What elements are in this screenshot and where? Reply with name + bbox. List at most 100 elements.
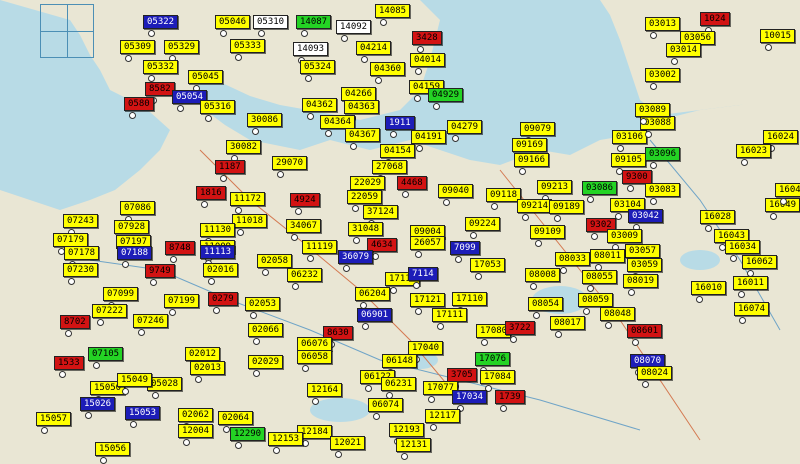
station-label-4924[interactable]: 4924 <box>290 193 320 207</box>
station-label-09166[interactable]: 09166 <box>514 153 550 167</box>
station-label-08055[interactable]: 08055 <box>582 270 618 284</box>
station-label-05322[interactable]: 05322 <box>143 15 179 29</box>
station-label-08033[interactable]: 08033 <box>555 252 591 266</box>
station-label-05333[interactable]: 05333 <box>230 39 266 53</box>
station-label-7114[interactable]: 7114 <box>408 267 438 281</box>
station-label-8748[interactable]: 8748 <box>165 241 195 255</box>
station-label-03083[interactable]: 03083 <box>645 183 681 197</box>
station-label-16044[interactable]: 16044 <box>775 183 800 197</box>
station-label-04367[interactable]: 04367 <box>345 128 381 142</box>
station-label-03002[interactable]: 03002 <box>645 68 681 82</box>
station-label-02013[interactable]: 02013 <box>190 361 226 375</box>
station-label-0580[interactable]: 0580 <box>124 97 154 111</box>
station-label-02029[interactable]: 02029 <box>248 355 284 369</box>
station-label-03057[interactable]: 03057 <box>625 244 661 258</box>
station-label-22029[interactable]: 22029 <box>350 176 386 190</box>
station-label-7099[interactable]: 7099 <box>450 241 480 255</box>
station-label-3705[interactable]: 3705 <box>447 368 477 382</box>
station-label-26057[interactable]: 26057 <box>410 236 446 250</box>
station-label-05324[interactable]: 05324 <box>300 60 336 74</box>
station-label-14093[interactable]: 14093 <box>293 42 329 56</box>
station-label-09213[interactable]: 09213 <box>537 180 573 194</box>
station-label-16062[interactable]: 16062 <box>742 255 778 269</box>
station-label-02066[interactable]: 02066 <box>248 323 284 337</box>
station-label-1187[interactable]: 1187 <box>215 160 245 174</box>
station-label-16024[interactable]: 16024 <box>763 130 799 144</box>
station-label-12153[interactable]: 12153 <box>268 432 304 446</box>
station-label-04362[interactable]: 04362 <box>302 98 338 112</box>
station-label-12164[interactable]: 12164 <box>307 383 343 397</box>
station-label-17053[interactable]: 17053 <box>470 258 506 272</box>
station-label-10015[interactable]: 10015 <box>760 29 796 43</box>
station-label-11172[interactable]: 11172 <box>230 192 266 206</box>
station-label-04266[interactable]: 04266 <box>341 87 377 101</box>
station-label-11119[interactable]: 11119 <box>302 240 338 254</box>
station-label-12004[interactable]: 12004 <box>178 424 214 438</box>
station-label-12290[interactable]: 12290 <box>230 427 266 441</box>
station-label-06074[interactable]: 06074 <box>368 398 404 412</box>
station-label-08054[interactable]: 08054 <box>528 297 564 311</box>
station-label-17111[interactable]: 17111 <box>432 308 468 322</box>
station-label-08019[interactable]: 08019 <box>623 274 659 288</box>
station-label-14085[interactable]: 14085 <box>375 4 411 18</box>
station-label-05046[interactable]: 05046 <box>215 15 251 29</box>
station-label-08011[interactable]: 08011 <box>590 249 626 263</box>
station-label-09040[interactable]: 09040 <box>438 184 474 198</box>
station-label-07199[interactable]: 07199 <box>164 294 200 308</box>
station-label-17034[interactable]: 17034 <box>452 390 488 404</box>
station-label-30086[interactable]: 30086 <box>247 113 283 127</box>
station-label-29070[interactable]: 29070 <box>272 156 308 170</box>
station-label-14087[interactable]: 14087 <box>296 15 332 29</box>
station-label-04363[interactable]: 04363 <box>344 100 380 114</box>
station-label-8582[interactable]: 8582 <box>145 82 175 96</box>
station-label-07105[interactable]: 07105 <box>88 347 124 361</box>
station-label-22059[interactable]: 22059 <box>347 190 383 204</box>
station-label-17121[interactable]: 17121 <box>410 293 446 307</box>
station-label-11018[interactable]: 11018 <box>232 214 268 228</box>
station-label-08024[interactable]: 08024 <box>637 366 673 380</box>
station-label-07086[interactable]: 07086 <box>120 201 156 215</box>
station-label-03042[interactable]: 03042 <box>628 209 664 223</box>
station-label-09079[interactable]: 09079 <box>520 122 556 136</box>
station-label-07230[interactable]: 07230 <box>63 263 99 277</box>
station-label-09118[interactable]: 09118 <box>486 188 522 202</box>
station-label-02062[interactable]: 02062 <box>178 408 214 422</box>
map-view[interactable]: 05322 05046 05310 14087 14092 14085 05309 05329… <box>0 0 800 464</box>
station-label-09224[interactable]: 09224 <box>465 217 501 231</box>
station-label-06231[interactable]: 06231 <box>381 377 417 391</box>
station-label-09169[interactable]: 09169 <box>512 138 548 152</box>
station-label-02016[interactable]: 02016 <box>203 263 239 277</box>
station-label-09189[interactable]: 09189 <box>549 200 585 214</box>
station-label-17076[interactable]: 17076 <box>475 352 511 366</box>
station-label-30082[interactable]: 30082 <box>226 140 262 154</box>
station-label-11130[interactable]: 11130 <box>200 223 236 237</box>
station-label-31048[interactable]: 31048 <box>348 222 384 236</box>
station-label-05329[interactable]: 05329 <box>164 40 200 54</box>
station-label-02053[interactable]: 02053 <box>245 297 281 311</box>
station-label-04279[interactable]: 04279 <box>447 120 483 134</box>
station-label-11113[interactable]: 11113 <box>200 245 236 259</box>
station-label-05310[interactable]: 05310 <box>253 15 289 29</box>
station-label-05332[interactable]: 05332 <box>143 60 179 74</box>
station-label-0279[interactable]: 0279 <box>208 292 238 306</box>
station-label-3428[interactable]: 3428 <box>412 31 442 45</box>
station-label-04014[interactable]: 04014 <box>410 53 446 67</box>
station-label-06076[interactable]: 06076 <box>297 337 333 351</box>
station-label-08059[interactable]: 08059 <box>578 293 614 307</box>
station-label-04214[interactable]: 04214 <box>356 41 392 55</box>
station-label-07099[interactable]: 07099 <box>103 287 139 301</box>
station-label-06232[interactable]: 06232 <box>287 268 323 282</box>
station-label-03009[interactable]: 03009 <box>607 229 643 243</box>
station-label-12131[interactable]: 12131 <box>396 438 432 452</box>
station-label-05309[interactable]: 05309 <box>120 40 156 54</box>
station-label-02064[interactable]: 02064 <box>218 411 254 425</box>
station-label-34067[interactable]: 34067 <box>286 219 322 233</box>
station-label-08008[interactable]: 08008 <box>525 268 561 282</box>
station-label-14092[interactable]: 14092 <box>336 20 372 34</box>
station-label-3722[interactable]: 3722 <box>505 321 535 335</box>
station-label-15049[interactable]: 15049 <box>117 373 153 387</box>
station-label-9749[interactable]: 9749 <box>145 264 175 278</box>
station-label-09214[interactable]: 09214 <box>517 199 553 213</box>
station-label-17084[interactable]: 17084 <box>480 370 516 384</box>
station-label-16010[interactable]: 16010 <box>691 281 727 295</box>
